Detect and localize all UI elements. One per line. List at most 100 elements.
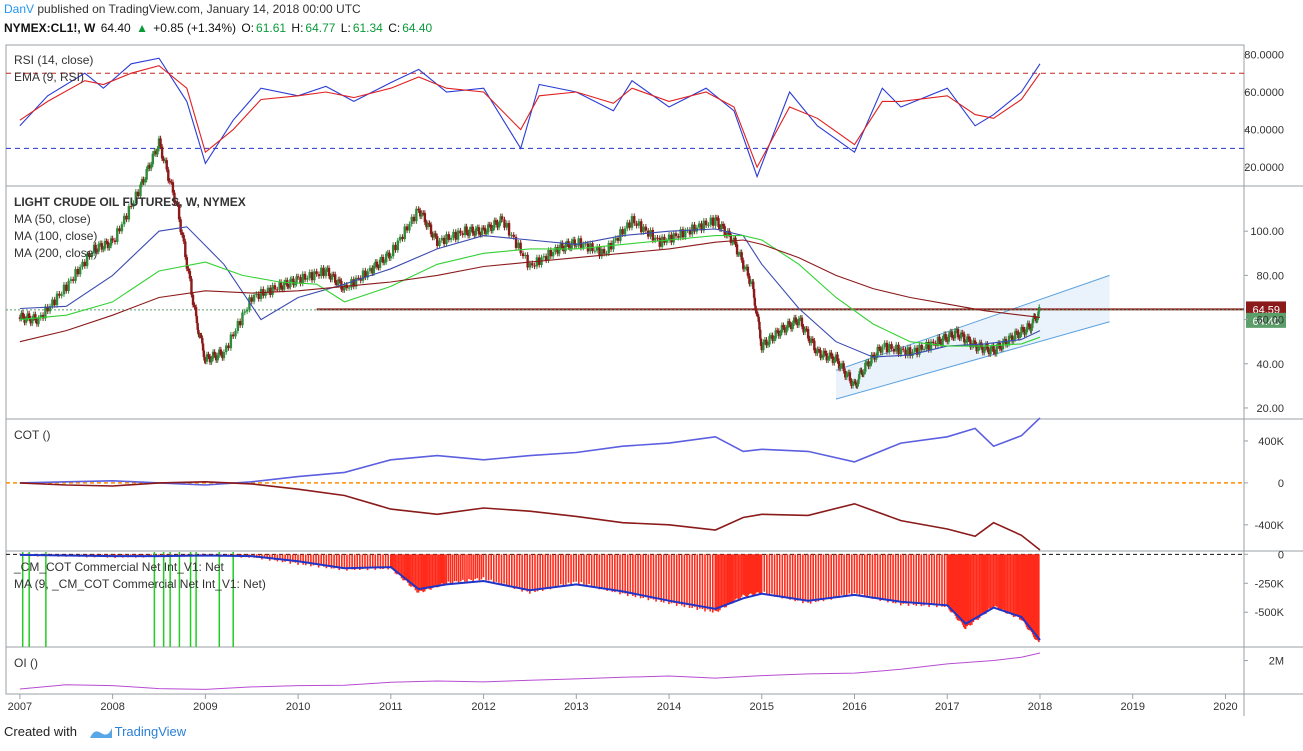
net-bar [567,554,570,583]
net-bar [606,554,608,591]
tradingview-logo-icon [90,728,112,738]
candle-body [245,309,249,312]
candle-body [630,216,634,228]
oi-line [19,652,1041,690]
net-bar [637,554,639,596]
y-tick-label: 40.00 [1256,359,1284,371]
net-bar [601,554,603,588]
candle-body [626,222,629,229]
candle-body [394,244,397,251]
candle-body [742,260,745,270]
net-bar [1006,554,1009,614]
net-bar [498,554,500,583]
candle-body [862,371,865,375]
net-bar [485,554,487,581]
candle-body [456,230,460,240]
candle-body [213,351,216,356]
candle-body [1021,327,1025,330]
net-bar [706,554,709,610]
net-bar [642,554,644,598]
net-bar [624,554,626,594]
candle-body [62,284,66,295]
net-bar [693,554,696,607]
net-bar [647,554,650,601]
net-bar [930,554,933,605]
candle-body [317,274,321,277]
net-bar [1018,554,1021,620]
candle-body [517,242,520,248]
x-tick-label: 2017 [935,701,959,713]
candle-body [549,249,553,257]
candle-body [836,354,839,362]
net-bar [565,554,567,585]
candle-body [772,338,776,341]
candle-body [442,237,446,245]
net-bar [559,554,562,585]
candle-body [785,327,788,333]
net-bar [910,554,912,604]
net-bar [863,554,866,597]
candle-body [255,293,258,295]
candle-body [564,244,567,252]
indicator-label: COT () [14,428,50,442]
candle-body [628,222,631,228]
net-bar [978,554,981,619]
net-bar [431,554,434,589]
net-bar [552,554,554,587]
candle-body [480,227,484,235]
candle-body [691,224,694,235]
net-bar [165,554,168,556]
net-bar [356,554,359,568]
net-bar [377,554,379,568]
net-bar [575,554,578,582]
net-bar [541,554,544,591]
candle-body [616,237,620,241]
candle-body [234,331,237,337]
net-bar [626,554,629,597]
chart-canvas[interactable]: RSI (14, close)EMA (9, RSI)80.000060.000… [0,0,1303,751]
net-bar [1015,554,1018,616]
net-bar [490,554,493,580]
candle-body [361,270,365,281]
candle-body [447,234,451,240]
candle-body [171,182,175,193]
net-bar [492,554,495,584]
net-bar [820,554,822,600]
net-bar [145,554,147,555]
candle-body [895,344,898,352]
candle-body [405,226,409,231]
candle-body [461,233,464,236]
candle-body [436,236,439,246]
candle-body [902,348,905,350]
net-bar [521,554,523,592]
y-tick-label: 0 [1278,549,1284,561]
candle-body [653,237,657,241]
net-bar [132,554,134,556]
candle-body [524,254,527,257]
candle-body [250,297,253,302]
candle-body [619,229,622,241]
candle-body [31,318,34,324]
net-bar [317,554,320,568]
candle-body [159,138,162,147]
candle-body [1038,306,1041,312]
indicator-label: MA (9, _CM_COT Commercial Net Int_V1: Ne… [14,577,266,591]
candle-body [827,358,830,361]
net-bar [411,554,414,587]
candle-body [125,215,128,220]
net-bar [668,554,670,605]
net-bar [678,554,681,605]
candle-body [27,313,31,319]
x-tick-label: 2016 [842,701,866,713]
net-bar [425,554,428,590]
net-bar [585,554,588,586]
candle-body [577,238,580,246]
candle-body [510,234,513,236]
candle-body [417,208,420,211]
net-bar [887,554,889,603]
net-bar [534,554,536,593]
net-bar [436,554,438,588]
candle-body [434,233,437,237]
tradingview-link[interactable]: TradingView [115,724,187,739]
net-bar [523,554,526,591]
